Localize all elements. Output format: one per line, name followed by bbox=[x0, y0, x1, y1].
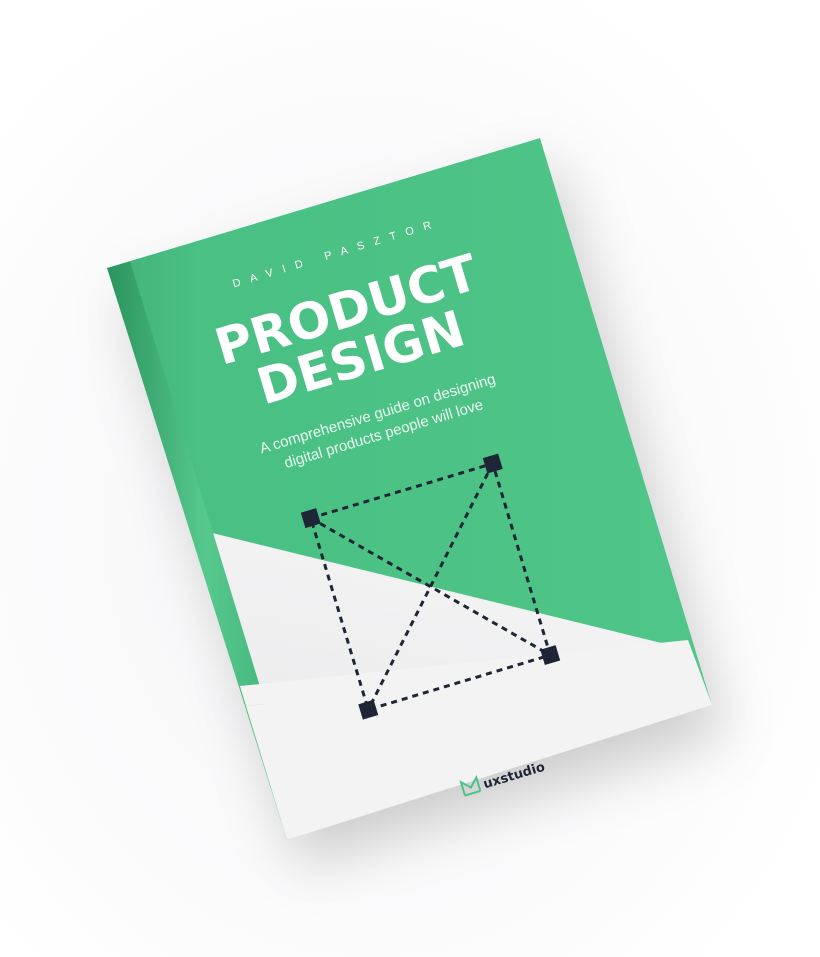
book-cover-illustration: DAVID PASZTOR PRODUCT DESIGN A comprehen… bbox=[107, 138, 725, 865]
book-mockup-scene: DAVID PASZTOR PRODUCT DESIGN A comprehen… bbox=[0, 0, 820, 957]
